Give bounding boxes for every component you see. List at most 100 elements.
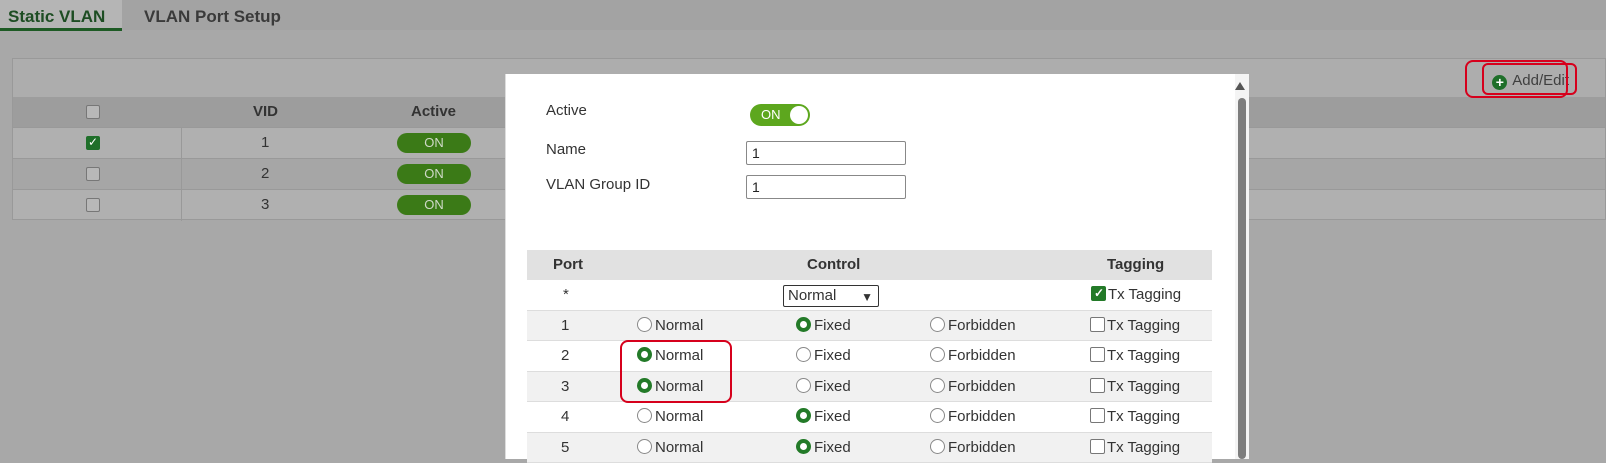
check-icon: ✓ [1094, 286, 1104, 300]
select-value: Normal [788, 287, 836, 304]
forbidden-radio[interactable] [930, 408, 945, 423]
port-table-header: Port Control Tagging [527, 250, 1212, 280]
row-checkbox[interactable]: ✓ [86, 136, 100, 150]
vid-cell: 3 [261, 190, 269, 220]
vid-cell: 1 [261, 128, 269, 158]
active-header: Active [411, 97, 456, 127]
fixed-radio[interactable] [796, 378, 811, 393]
vlan-group-id-label: VLAN Group ID [546, 176, 650, 193]
toggle-knob [790, 106, 808, 124]
tx-tagging-checkbox[interactable] [1090, 317, 1105, 332]
tx-tagging-label: Tx Tagging [1107, 347, 1180, 364]
column-divider [181, 159, 182, 190]
forbidden-option[interactable]: Forbidden [930, 402, 1016, 432]
tx-tagging-label: Tx Tagging [1107, 317, 1180, 334]
fixed-radio[interactable] [796, 347, 811, 362]
scroll-thumb[interactable] [1238, 98, 1246, 459]
scroll-up-arrow-icon[interactable] [1235, 82, 1245, 90]
select-all-checkbox[interactable] [86, 105, 100, 119]
port-number: 4 [561, 402, 569, 432]
normal-option[interactable]: Normal [637, 311, 703, 341]
tx-tagging-label: Tx Tagging [1107, 408, 1180, 425]
forbidden-option[interactable]: Forbidden [930, 341, 1016, 371]
name-label: Name [546, 141, 586, 158]
scrollbar[interactable] [1235, 74, 1249, 459]
vid-header: VID [253, 97, 278, 127]
fixed-option[interactable]: Fixed [796, 341, 851, 371]
row-checkbox[interactable] [86, 198, 100, 212]
port-number: 5 [561, 433, 569, 463]
tx-tagging-checkbox[interactable] [1090, 408, 1105, 423]
fixed-label: Fixed [814, 347, 851, 364]
forbidden-label: Forbidden [948, 378, 1016, 395]
active-on-badge: ON [397, 133, 471, 153]
fixed-label: Fixed [814, 317, 851, 334]
tx-tagging-checkbox[interactable] [1090, 378, 1105, 393]
active-on-badge: ON [397, 164, 471, 184]
normal-radio[interactable] [637, 408, 652, 423]
fixed-option[interactable]: Fixed [796, 402, 851, 432]
normal-selection-highlight [620, 340, 732, 403]
fixed-radio[interactable] [796, 439, 811, 454]
tab-static-vlan[interactable]: Static VLAN [0, 0, 122, 30]
forbidden-label: Forbidden [948, 408, 1016, 425]
tx-tagging-option[interactable]: Tx Tagging [1090, 402, 1180, 432]
forbidden-radio[interactable] [930, 347, 945, 362]
tab-bar: Static VLAN VLAN Port Setup [0, 0, 1606, 30]
tx-tagging-option[interactable]: Tx Tagging [1090, 433, 1180, 463]
tx-tagging-label: Tx Tagging [1107, 378, 1180, 395]
table-row: 5 Normal Fixed Forbidden Tx Tagging [527, 433, 1212, 463]
normal-label: Normal [655, 408, 703, 425]
normal-radio[interactable] [637, 317, 652, 332]
forbidden-label: Forbidden [948, 347, 1016, 364]
port-number: 2 [561, 341, 569, 371]
tx-tagging-checkbox[interactable]: ✓ [1091, 286, 1106, 301]
normal-option[interactable]: Normal [637, 402, 703, 432]
active-tab-indicator [0, 28, 122, 31]
forbidden-label: Forbidden [948, 439, 1016, 456]
table-row: 1 Normal Fixed Forbidden Tx Tagging [527, 311, 1212, 342]
column-divider [181, 128, 182, 159]
normal-radio[interactable] [637, 439, 652, 454]
fixed-label: Fixed [814, 439, 851, 456]
name-input[interactable] [746, 141, 906, 165]
port-number: 3 [561, 372, 569, 402]
normal-option[interactable]: Normal [637, 433, 703, 463]
add-edit-highlight [1465, 60, 1568, 98]
active-on-badge: ON [397, 195, 471, 215]
table-row: 4 Normal Fixed Forbidden Tx Tagging [527, 402, 1212, 433]
row-checkbox[interactable] [86, 167, 100, 181]
tx-tagging-option[interactable]: Tx Tagging [1090, 311, 1180, 341]
forbidden-radio[interactable] [930, 378, 945, 393]
forbidden-label: Forbidden [948, 317, 1016, 334]
forbidden-option[interactable]: Forbidden [930, 311, 1016, 341]
fixed-radio[interactable] [796, 317, 811, 332]
fixed-option[interactable]: Fixed [796, 372, 851, 402]
vlan-group-id-input[interactable] [746, 175, 906, 199]
forbidden-option[interactable]: Forbidden [930, 372, 1016, 402]
control-header: Control [807, 250, 860, 280]
tx-tagging-label: Tx Tagging [1108, 286, 1181, 303]
forbidden-option[interactable]: Forbidden [930, 433, 1016, 463]
tab-vlan-port-setup[interactable]: VLAN Port Setup [136, 0, 289, 30]
all-ports-row: * Normal ▼ ✓Tx Tagging [527, 280, 1212, 311]
all-ports-control-select[interactable]: Normal ▼ [783, 285, 879, 307]
fixed-option[interactable]: Fixed [796, 311, 851, 341]
tx-tagging-option[interactable]: Tx Tagging [1090, 372, 1180, 402]
normal-label: Normal [655, 317, 703, 334]
toggle-state-label: ON [761, 107, 781, 122]
active-toggle[interactable]: ON [750, 104, 810, 126]
normal-label: Normal [655, 439, 703, 456]
vid-cell: 2 [261, 159, 269, 189]
tx-tagging-option[interactable]: Tx Tagging [1090, 341, 1180, 371]
fixed-label: Fixed [814, 408, 851, 425]
tx-tagging-checkbox[interactable] [1090, 347, 1105, 362]
port-number: 1 [561, 311, 569, 341]
forbidden-radio[interactable] [930, 317, 945, 332]
fixed-option[interactable]: Fixed [796, 433, 851, 463]
vlan-edit-dialog: Active ON Name VLAN Group ID Port Contro… [505, 74, 1249, 459]
all-ports-tagging[interactable]: ✓ Tx Tagging [1091, 280, 1181, 310]
forbidden-radio[interactable] [930, 439, 945, 454]
tx-tagging-checkbox[interactable] [1090, 439, 1105, 454]
fixed-radio[interactable] [796, 408, 811, 423]
